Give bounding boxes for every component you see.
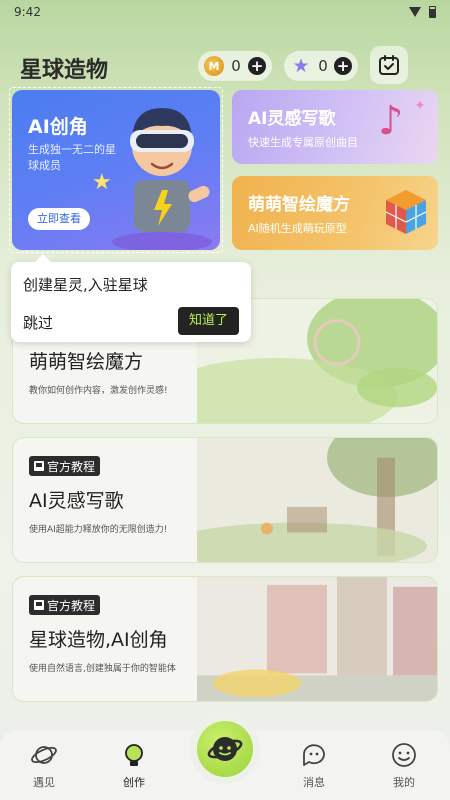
onboarding-tooltip: 创建星灵,入驻星球 跳过 知道了	[11, 254, 251, 342]
city-street-scene-image	[197, 577, 437, 701]
coin-balance[interactable]: M 0 +	[198, 51, 272, 81]
music-note-icon: ♪	[378, 98, 404, 144]
official-tutorial-badge: 官方教程	[29, 595, 101, 615]
rubik-cube-icon	[385, 190, 427, 234]
nav-mine[interactable]: 我的	[374, 740, 434, 790]
nav-messages[interactable]: 消息	[284, 740, 344, 790]
tutorial-card-lyric[interactable]: 官方教程 AI灵感写歌 使用AI超能力释放你的无限创造力!	[12, 437, 438, 563]
star-balance[interactable]: ★ 0 +	[284, 51, 358, 81]
official-tutorial-badge: 官方教程	[29, 456, 101, 476]
status-bar: 9:42	[0, 0, 450, 24]
guide-highlight-outline	[9, 87, 223, 253]
chat-bubble-icon	[303, 744, 325, 766]
star-count: 0	[318, 57, 328, 75]
ai-lyric-title: AI灵感写歌	[248, 109, 336, 129]
forest-scene-image	[197, 438, 437, 562]
center-create-button[interactable]	[190, 714, 260, 784]
cube-title: 萌萌智绘魔方	[248, 195, 350, 215]
top-bar: 星球造物 M 0 + ★ 0 +	[0, 44, 450, 88]
lightbulb-icon	[125, 744, 143, 766]
book-icon	[34, 600, 44, 610]
coin-icon: M	[204, 56, 224, 76]
nav-meet[interactable]: 遇见	[14, 740, 74, 790]
skip-button[interactable]: 跳过	[23, 312, 53, 333]
tutorial-subtitle: 使用AI超能力释放你的无限创造力!	[29, 525, 168, 535]
add-coin-icon[interactable]: +	[248, 57, 266, 75]
status-time: 9:42	[14, 5, 41, 19]
tutorial-title: 星球造物,AI创角	[29, 629, 168, 651]
tutorial-subtitle: 使用自然语言,创建独属于你的智能体	[29, 664, 176, 674]
calendar-button[interactable]	[370, 46, 408, 84]
nav-mine-label: 我的	[393, 776, 415, 789]
add-star-icon[interactable]: +	[334, 57, 352, 75]
wifi-icon	[409, 7, 421, 17]
page-title: 星球造物	[20, 58, 109, 83]
cube-subtitle: AI随机生成萌玩原型	[248, 222, 347, 235]
tooltip-text: 创建星灵,入驻星球	[23, 276, 148, 294]
tutorial-card-ai-role[interactable]: 官方教程 星球造物,AI创角 使用自然语言,创建独属于你的智能体	[12, 576, 438, 702]
planet-face-icon	[207, 737, 243, 761]
badge-label: 官方教程	[47, 598, 96, 613]
planet-icon	[31, 746, 57, 764]
ai-lyric-card[interactable]: AI灵感写歌 快速生成专属原创曲目 ♪ ✦	[232, 90, 438, 164]
star-icon: ★	[292, 55, 310, 77]
book-icon	[34, 461, 44, 471]
calendar-check-icon	[379, 55, 399, 75]
coin-count: 0	[231, 57, 241, 75]
smiley-profile-icon	[392, 743, 416, 767]
battery-icon	[429, 6, 436, 18]
nav-create-label: 创作	[123, 776, 145, 789]
tutorial-title: AI灵感写歌	[29, 490, 124, 512]
sparkle-icon: ✦	[414, 98, 426, 114]
tutorial-title: 萌萌智绘魔方	[29, 351, 144, 373]
nav-messages-label: 消息	[303, 776, 325, 789]
nav-create[interactable]: 创作	[104, 740, 164, 790]
status-icons	[409, 6, 436, 18]
nav-meet-label: 遇见	[33, 776, 55, 789]
badge-label: 官方教程	[47, 459, 96, 474]
ai-lyric-subtitle: 快速生成专属原创曲目	[248, 136, 358, 149]
got-it-button[interactable]: 知道了	[178, 307, 239, 335]
tutorial-subtitle: 教你如何创作内容，激发创作灵感!	[29, 386, 168, 396]
cube-card[interactable]: 萌萌智绘魔方 AI随机生成萌玩原型	[232, 176, 438, 250]
